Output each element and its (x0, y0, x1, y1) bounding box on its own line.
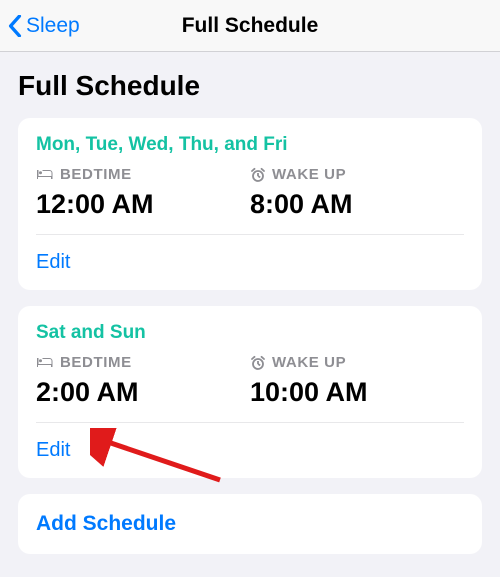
wakeup-value: 8:00 AM (250, 189, 464, 220)
back-label: Sleep (26, 14, 80, 38)
alarm-icon (250, 167, 266, 183)
schedule-card: Sat and Sun BEDTIME 2:00 AM (18, 306, 482, 478)
bed-icon (36, 169, 54, 181)
alarm-icon (250, 355, 266, 371)
nav-bar: Sleep Full Schedule (0, 0, 500, 52)
schedule-days: Mon, Tue, Wed, Thu, and Fri (36, 134, 464, 156)
bedtime-label-text: BEDTIME (60, 354, 132, 371)
bedtime-col: BEDTIME 2:00 AM (36, 354, 250, 408)
content: Full Schedule Mon, Tue, Wed, Thu, and Fr… (0, 52, 500, 572)
chevron-left-icon (8, 15, 22, 37)
add-schedule-card[interactable]: Add Schedule (18, 494, 482, 554)
bedtime-label: BEDTIME (36, 166, 250, 183)
time-row: BEDTIME 12:00 AM WAKE UP 8:00 AM (36, 166, 464, 220)
wakeup-label: WAKE UP (250, 354, 464, 371)
back-button[interactable]: Sleep (8, 14, 80, 38)
wakeup-col: WAKE UP 8:00 AM (250, 166, 464, 220)
bedtime-label: BEDTIME (36, 354, 250, 371)
bedtime-value: 2:00 AM (36, 377, 250, 408)
schedule-card: Mon, Tue, Wed, Thu, and Fri BEDTIME 12:0… (18, 118, 482, 290)
schedule-summary: Mon, Tue, Wed, Thu, and Fri BEDTIME 12:0… (36, 118, 464, 235)
nav-title: Full Schedule (182, 14, 319, 38)
schedule-days: Sat and Sun (36, 322, 464, 344)
wakeup-label-text: WAKE UP (272, 166, 346, 183)
wakeup-col: WAKE UP 10:00 AM (250, 354, 464, 408)
bedtime-col: BEDTIME 12:00 AM (36, 166, 250, 220)
edit-button[interactable]: Edit (36, 439, 70, 461)
wakeup-label: WAKE UP (250, 166, 464, 183)
time-row: BEDTIME 2:00 AM WAKE UP 10:00 AM (36, 354, 464, 408)
wakeup-value: 10:00 AM (250, 377, 464, 408)
bedtime-label-text: BEDTIME (60, 166, 132, 183)
edit-row: Edit (36, 423, 464, 478)
bed-icon (36, 357, 54, 369)
page-heading: Full Schedule (18, 70, 482, 102)
wakeup-label-text: WAKE UP (272, 354, 346, 371)
edit-button[interactable]: Edit (36, 251, 70, 273)
edit-row: Edit (36, 235, 464, 290)
schedule-summary: Sat and Sun BEDTIME 2:00 AM (36, 306, 464, 423)
add-schedule-button[interactable]: Add Schedule (36, 512, 176, 535)
bedtime-value: 12:00 AM (36, 189, 250, 220)
